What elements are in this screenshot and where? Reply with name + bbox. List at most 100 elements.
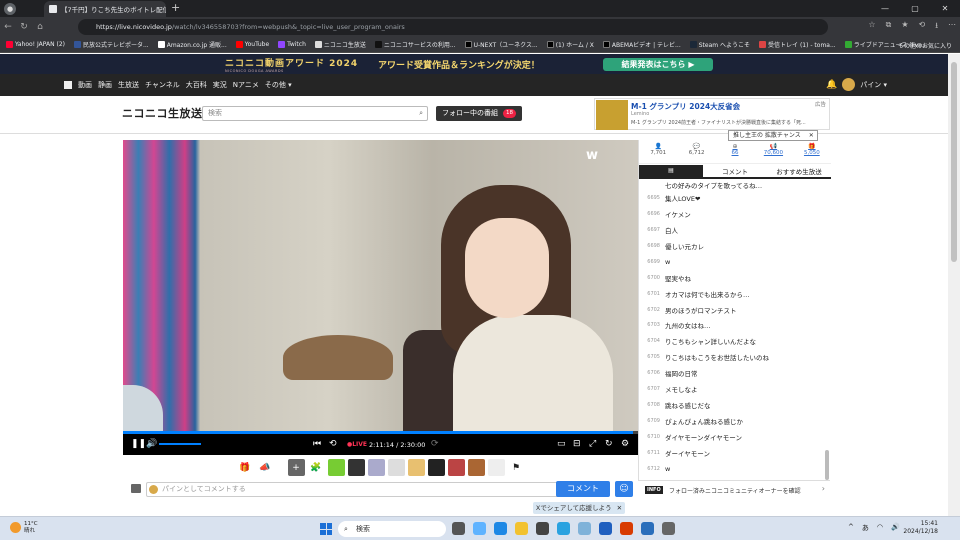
app-icon[interactable] bbox=[641, 522, 654, 535]
copilot-icon[interactable] bbox=[473, 522, 486, 535]
tab-recommend[interactable]: おすすめ生放送 bbox=[767, 165, 831, 177]
bookmark-item[interactable]: U-NEXT（ユーネクス... bbox=[464, 40, 538, 49]
minimize-button[interactable]: — bbox=[870, 0, 900, 17]
profile-icon[interactable]: ● bbox=[4, 2, 16, 15]
nav-item-dic[interactable]: 大百科 bbox=[186, 80, 207, 90]
outlook-icon[interactable] bbox=[620, 522, 633, 535]
info-bar[interactable]: INFO フォロー済みニコニコミュニティオーナーを確認 › bbox=[638, 480, 830, 498]
forward-icon[interactable]: ⟳ bbox=[431, 439, 439, 449]
item-icon[interactable]: 🧩 bbox=[308, 459, 325, 476]
theater-icon[interactable]: ⊟ bbox=[573, 439, 581, 449]
nav-item-channel[interactable]: チャンネル bbox=[145, 80, 180, 90]
settings-menu-icon[interactable]: ⋯ bbox=[948, 20, 956, 34]
photos-icon[interactable] bbox=[578, 522, 591, 535]
bell-icon[interactable]: 🔔 bbox=[826, 80, 837, 90]
live-badge[interactable]: ●LIVE bbox=[347, 441, 367, 448]
item-icon[interactable] bbox=[347, 459, 365, 476]
new-tab-button[interactable]: + bbox=[171, 1, 180, 14]
speaker-icon[interactable]: 🔊 bbox=[891, 523, 900, 533]
comment-scrollbar[interactable] bbox=[825, 450, 829, 480]
bookmark-item[interactable]: 受信トレイ (1) - toma... bbox=[759, 40, 836, 49]
ime-indicator[interactable]: あ bbox=[862, 523, 869, 533]
close-icon[interactable]: ✕ bbox=[617, 504, 622, 512]
item-icon[interactable] bbox=[487, 459, 505, 476]
comment-mode-icon[interactable] bbox=[131, 484, 141, 493]
close-window-button[interactable]: ✕ bbox=[930, 0, 960, 17]
mail-icon[interactable] bbox=[557, 522, 570, 535]
flag-icon[interactable]: ⚑ bbox=[508, 459, 525, 476]
bookmark-item[interactable]: ニコニコサービスの利用... bbox=[374, 40, 456, 49]
item-icon[interactable] bbox=[447, 459, 465, 476]
share-prompt[interactable]: Xでシェアして応援しよう ✕ bbox=[533, 502, 625, 514]
comment-input[interactable]: パインとしてコメントする 75 bbox=[146, 482, 578, 497]
bookmark-item[interactable]: ニコニコ生放送 bbox=[314, 40, 366, 49]
search-icon[interactable]: ⌕ bbox=[419, 107, 423, 120]
chevron-right-icon[interactable]: › bbox=[822, 484, 825, 493]
weather-widget[interactable]: 11°C 晴れ bbox=[10, 521, 38, 535]
settings-icon[interactable] bbox=[662, 522, 675, 535]
gift-points[interactable]: 🎁 5,050 bbox=[793, 140, 831, 163]
user-name-menu[interactable]: パイン ▾ bbox=[860, 80, 887, 90]
nav-item-more[interactable]: その他 ▾ bbox=[265, 80, 292, 90]
reload-button[interactable]: ↻ bbox=[16, 22, 32, 32]
favorites-icon[interactable]: ★ bbox=[901, 20, 908, 34]
skip-back-icon[interactable]: ⏮ bbox=[313, 439, 321, 449]
bookmark-item[interactable]: YouTube bbox=[235, 41, 269, 48]
rewind-icon[interactable]: ⟲ bbox=[329, 439, 337, 449]
nicolive-logo[interactable]: ニコニコ生放送 bbox=[122, 105, 203, 121]
chevron-up-icon[interactable]: ^ bbox=[848, 523, 854, 533]
search-input[interactable]: 検索 ⌕ bbox=[202, 106, 428, 121]
fullscreen-icon[interactable]: ⤢ bbox=[589, 439, 596, 449]
pause-icon[interactable]: ❚❚ bbox=[131, 439, 146, 449]
bookmark-item[interactable]: 民放公式テレビポータ... bbox=[73, 40, 149, 49]
item-icon[interactable] bbox=[467, 459, 485, 476]
add-item-button[interactable]: + bbox=[287, 459, 305, 476]
page-scrollbar[interactable] bbox=[948, 54, 960, 516]
home-button[interactable]: ⌂ bbox=[32, 22, 48, 32]
downloads-icon[interactable]: ⭳ bbox=[935, 20, 938, 34]
taskview-icon[interactable] bbox=[452, 522, 465, 535]
following-programs-button[interactable]: フォロー中の番組 18 bbox=[436, 106, 522, 121]
ad-banner[interactable]: M-1 グランプリ 2024大反省会 Lemino M-1 グランプリ 2024… bbox=[594, 98, 830, 130]
star-icon[interactable]: ☆ bbox=[868, 20, 875, 34]
close-icon[interactable]: ✕ bbox=[809, 131, 814, 141]
emoji-icon[interactable]: ☺ bbox=[615, 481, 633, 497]
avatar[interactable] bbox=[842, 78, 856, 91]
banner-cta-button[interactable]: 結果発表はこちら ▶ bbox=[603, 58, 713, 71]
bookmark-item[interactable]: (1) ホーム / X bbox=[546, 40, 594, 49]
item-icon[interactable] bbox=[427, 459, 445, 476]
item-icon[interactable] bbox=[407, 459, 425, 476]
comment-list[interactable]: 七の好みのタイプを歌ってるね… 6695 集人LOVE❤ 6696 イケメン 669… bbox=[639, 181, 827, 481]
bookmark-item[interactable]: Steam へようこそ bbox=[689, 40, 750, 49]
wifi-icon[interactable]: ◠ bbox=[877, 523, 883, 533]
nav-item-video[interactable]: 動画 bbox=[78, 80, 92, 90]
comment-toggle-icon[interactable]: ▭ bbox=[557, 439, 566, 449]
back-button[interactable]: ← bbox=[0, 22, 16, 32]
nav-item-seiga[interactable]: 静画 bbox=[98, 80, 112, 90]
history-icon[interactable]: ⟲ bbox=[918, 20, 925, 34]
reload-player-icon[interactable]: ↻ bbox=[605, 439, 613, 449]
start-button[interactable] bbox=[320, 523, 332, 535]
comment-submit-button[interactable]: コメント bbox=[556, 481, 610, 497]
nav-item-jikkyo[interactable]: 実況 bbox=[213, 80, 227, 90]
nav-item-live[interactable]: 生放送 bbox=[118, 80, 139, 90]
bookmark-item[interactable]: ABEMAビデオ | テレビ... bbox=[602, 40, 681, 49]
bookmark-folder[interactable]: その他のお気に入り bbox=[898, 41, 952, 50]
ad-points[interactable]: ⊕ 66 bbox=[716, 140, 754, 163]
url-field[interactable]: https://live.nicovideo.jp/watch/lv346558… bbox=[78, 19, 828, 35]
tab-comments[interactable]: コメント bbox=[703, 165, 767, 177]
clock[interactable]: 15:41 2024/12/18 bbox=[903, 520, 938, 536]
bookmark-item[interactable]: Twitch bbox=[278, 41, 306, 48]
player-settings-icon[interactable]: ⚙ bbox=[621, 439, 629, 449]
volume-slider[interactable] bbox=[159, 443, 201, 445]
scrollbar-thumb[interactable] bbox=[951, 62, 957, 262]
nav-item-anime[interactable]: Nアニメ bbox=[233, 80, 259, 90]
item-icon[interactable] bbox=[327, 459, 345, 476]
maximize-button[interactable]: ▢ bbox=[900, 0, 930, 17]
bookmark-item[interactable]: Yahoo! JAPAN (2) bbox=[6, 41, 65, 48]
bookmark-item[interactable]: Amazon.co.jp 通販... bbox=[157, 40, 227, 49]
promo-points[interactable]: 📢 70,600 bbox=[754, 140, 792, 163]
extensions-icon[interactable]: ⧉ bbox=[886, 20, 892, 34]
gift-icon[interactable]: 🎁 bbox=[237, 459, 254, 476]
taskbar-search[interactable]: ⌕ 検索 bbox=[338, 521, 446, 537]
